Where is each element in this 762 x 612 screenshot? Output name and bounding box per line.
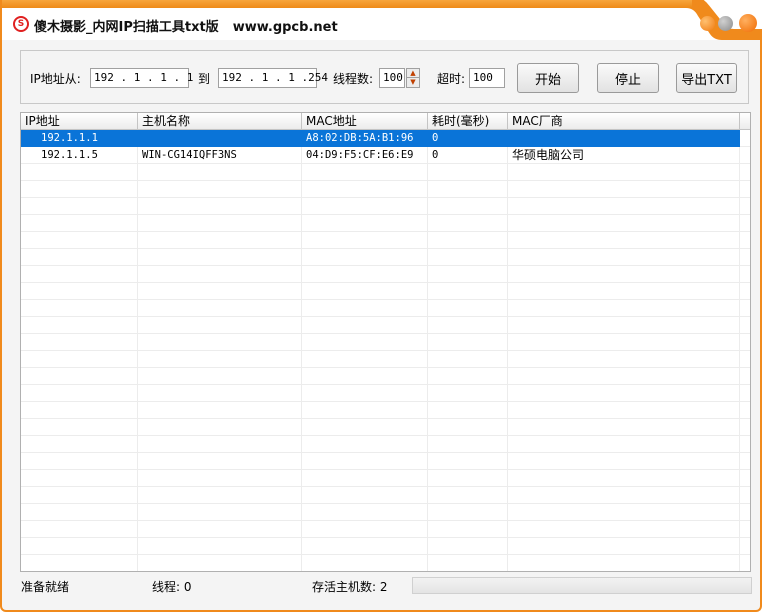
cell-ip: 192.1.1.1 (41, 132, 98, 144)
table-header: IP地址 主机名称 MAC地址 耗时(毫秒) MAC厂商 (21, 113, 750, 130)
status-text: 准备就绪 (21, 580, 70, 594)
column-header-vendor[interactable]: MAC厂商 (508, 113, 740, 130)
app-url: www.gpcb.net (232, 20, 338, 35)
cell-vendor: 华硕电脑公司 (512, 148, 585, 162)
column-divider (301, 130, 302, 571)
column-divider (739, 130, 740, 571)
threads-input[interactable]: 100 (379, 68, 405, 88)
window-title: 傻木摄影_内网IP扫描工具txt版 www.gpcb.net (34, 16, 338, 35)
app-window: S 傻木摄影_内网IP扫描工具txt版 www.gpcb.net IP地址从: 1… (0, 0, 762, 612)
app-logo-icon: S (13, 16, 29, 32)
table-row[interactable]: 192.1.1.5 WIN-CG14IQFF3NS 04:D9:F5:CF:E6… (21, 147, 740, 164)
scan-results-table[interactable]: IP地址 主机名称 MAC地址 耗时(毫秒) MAC厂商 192.1.1.1 A… (20, 112, 751, 572)
maximize-button[interactable] (718, 16, 733, 31)
column-header-hostname[interactable]: 主机名称 (138, 113, 302, 130)
thread-count: 线程: 0 (152, 580, 192, 594)
title-bar[interactable]: S 傻木摄影_内网IP扫描工具txt版 www.gpcb.net (2, 0, 762, 40)
ip-to-input[interactable]: 192 . 1 . 1 .254 (218, 68, 328, 88)
start-button[interactable]: 开始 (517, 63, 579, 93)
app-name: 傻木摄影_内网IP扫描工具txt版 (34, 20, 219, 35)
alive-host-count: 存活主机数: 2 (312, 580, 388, 594)
ip-from-input[interactable]: 192 . 1 . 1 . 1 (90, 68, 193, 88)
cell-time: 0 (432, 132, 439, 144)
stepper-down-icon[interactable]: ▼ (407, 78, 419, 87)
column-header-ip[interactable]: IP地址 (21, 113, 138, 130)
stop-button[interactable]: 停止 (597, 63, 659, 93)
column-divider (507, 130, 508, 571)
column-divider (137, 130, 138, 571)
cell-hostname (138, 130, 142, 147)
stepper-up-icon[interactable]: ▲ (407, 69, 419, 78)
table-row[interactable]: 192.1.1.1 A8:02:DB:5A:B1:96 0 (21, 130, 740, 147)
cell-ip: 192.1.1.5 (41, 149, 98, 161)
column-header-time[interactable]: 耗时(毫秒) (428, 113, 508, 130)
export-txt-button[interactable]: 导出TXT (676, 63, 737, 93)
timeout-label: 超时: (437, 72, 466, 86)
cell-mac: 04:D9:F5:CF:E6:E9 (306, 149, 414, 161)
scan-settings-panel: IP地址从: 192 . 1 . 1 . 1 到 192 . 1 . 1 .25… (20, 50, 749, 104)
ip-to-label: 到 (198, 72, 211, 86)
cell-time: 0 (432, 149, 439, 161)
threads-label: 线程数: (333, 72, 374, 86)
ip-from-label: IP地址从: (30, 72, 81, 86)
minimize-button[interactable] (700, 16, 715, 31)
scan-progress-bar (412, 577, 752, 594)
column-header-mac[interactable]: MAC地址 (302, 113, 428, 130)
column-divider (427, 130, 428, 571)
threads-stepper[interactable]: ▲ ▼ (406, 68, 420, 88)
close-button[interactable] (739, 14, 757, 32)
table-grid (21, 130, 750, 571)
cell-hostname: WIN-CG14IQFF3NS (142, 149, 237, 161)
cell-vendor (508, 130, 512, 147)
status-bar: 准备就绪 线程: 0 存活主机数: 2 (2, 575, 760, 595)
timeout-input[interactable]: 100 (469, 68, 505, 88)
cell-mac: A8:02:DB:5A:B1:96 (306, 132, 414, 144)
title-accent-stripe (2, 0, 692, 8)
